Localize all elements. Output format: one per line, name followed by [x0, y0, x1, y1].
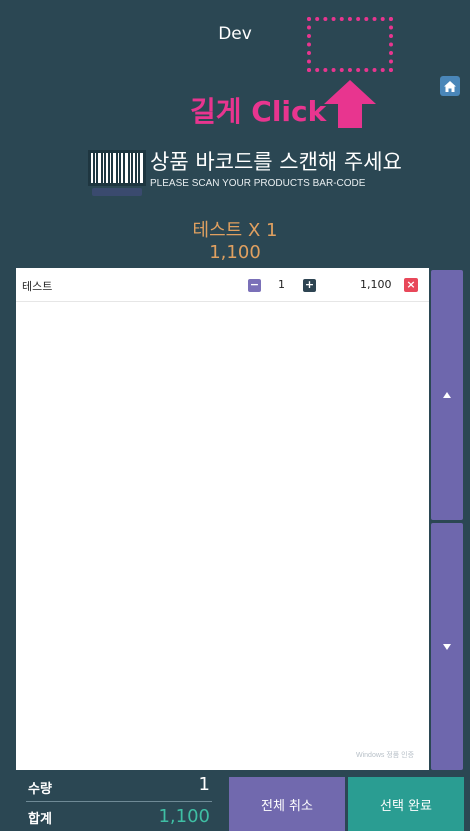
last-scanned-summary: 테스트 X 1 1,100: [0, 220, 470, 264]
scan-title-korean: 상품 바코드를 스캔해 주세요: [150, 150, 402, 174]
windows-activation-watermark: Windows 정품 인증: [356, 752, 415, 759]
home-button[interactable]: [440, 76, 460, 96]
long-click-hint: 길게 Click: [190, 95, 327, 128]
item-quantity: 1: [278, 278, 285, 291]
cart-row[interactable]: 테스트 − 1 + 1,100 ×: [16, 268, 429, 302]
scan-instruction: 상품 바코드를 스캔해 주세요 PLEASE SCAN YOUR PRODUCT…: [88, 146, 408, 202]
total-value: 1,100: [158, 806, 210, 827]
item-name: 테스트: [22, 280, 53, 293]
cart-list: 테스트 − 1 + 1,100 × Windows 정품 인증: [16, 268, 429, 770]
up-arrow-icon: [324, 80, 376, 128]
quantity-label: 수량: [28, 782, 52, 797]
scan-title-english: PLEASE SCAN YOUR PRODUCTS BAR-CODE: [150, 178, 366, 189]
decrease-qty-button[interactable]: −: [248, 279, 261, 292]
header-title: Dev: [218, 24, 252, 44]
scroll-up-button[interactable]: [431, 270, 463, 520]
complete-selection-button[interactable]: 선택 완료: [348, 777, 464, 831]
total-label: 합계: [28, 812, 52, 827]
summary-price: 1,100: [209, 242, 261, 263]
increase-qty-button[interactable]: +: [303, 279, 316, 292]
cancel-all-button[interactable]: 전체 취소: [229, 777, 345, 831]
quantity-value: 1: [198, 774, 210, 795]
scroll-down-icon: [443, 643, 451, 650]
item-price: 1,100: [360, 278, 392, 291]
summary-item: 테스트 X 1: [192, 220, 278, 241]
delete-item-button[interactable]: ×: [404, 278, 418, 292]
footer-divider: [26, 801, 212, 802]
scroll-down-button[interactable]: [431, 523, 463, 770]
hidden-admin-area[interactable]: [307, 17, 393, 72]
home-icon: [444, 80, 456, 92]
scroll-up-icon: [443, 392, 451, 398]
barcode-icon: [88, 150, 146, 196]
